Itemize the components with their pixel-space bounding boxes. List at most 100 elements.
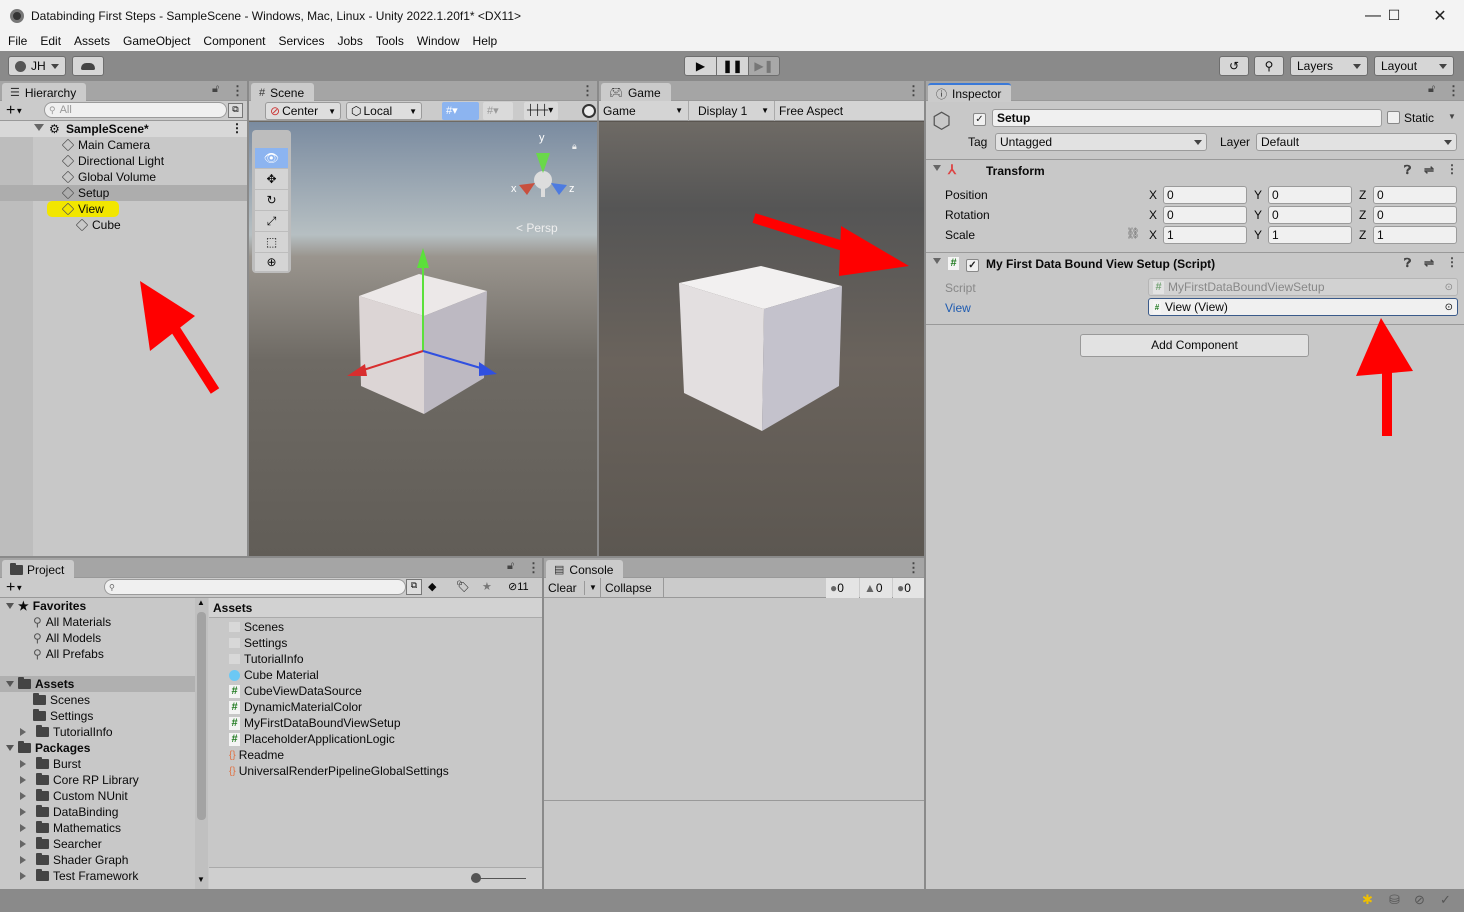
hierarchy-search-input[interactable]: ⚲ All [44,102,227,118]
help-icon[interactable]: ❓︎ [1404,163,1411,178]
aspect-dropdown[interactable]: Free Aspect [775,101,924,121]
scale-z-field[interactable]: 1 [1373,226,1457,244]
asset-item[interactable]: Settings [229,635,287,651]
expand-arrow-icon[interactable] [20,728,30,736]
scene-menu-icon[interactable]: ⋮ [231,121,243,135]
asset-item[interactable]: # MyFirstDataBoundViewSetup [229,715,401,731]
lock-icon[interactable]: 🔓︎ [212,83,219,96]
package-folder[interactable]: Test Framework [20,868,138,884]
error-filter-toggle[interactable]: ●0 [893,578,924,598]
package-folder[interactable]: Searcher [20,836,102,852]
asset-item[interactable]: TutorialInfo [229,651,304,667]
position-z-field[interactable]: 0 [1373,186,1457,204]
asset-item[interactable]: {} UniversalRenderPipelineGlobalSettings [229,763,449,779]
cache-server-icon[interactable]: ⛁ [1389,892,1400,908]
expand-arrow-icon[interactable] [20,824,30,832]
tab-inspector[interactable]: ⓘ Inspector [928,83,1012,102]
hierarchy-item[interactable]: Main Camera [61,137,150,153]
favorites-filter-icon[interactable]: ★ [482,580,492,593]
create-button[interactable]: +▼ [6,102,23,120]
collapse-toggle[interactable]: Collapse [600,578,664,598]
bug-icon[interactable]: ✱ [1362,892,1373,908]
view-tool-icon[interactable]: 👁︎ [255,148,288,168]
clear-options-dropdown[interactable]: ▼ [584,581,597,595]
pivot-dropdown[interactable]: ⊘ Center ▼ [265,102,341,120]
menu-jobs[interactable]: Jobs [337,34,362,48]
account-button[interactable]: JH [8,56,66,76]
hidden-packages-toggle[interactable]: ⊘11 [508,580,529,593]
package-folder[interactable]: Mathematics [20,820,121,836]
space-dropdown[interactable]: ⬡ Local ▼ [346,102,422,120]
static-checkbox[interactable] [1387,111,1400,127]
project-search-input[interactable]: ⚲ [104,579,406,595]
asset-folder[interactable]: Settings [33,708,93,724]
scrollbar-thumb[interactable] [197,612,206,820]
search-popout-icon[interactable]: ⧉ [406,579,422,595]
active-checkbox[interactable]: ✓ [973,111,986,126]
asset-item[interactable]: Cube Material [229,667,319,683]
expand-arrow-icon[interactable] [20,760,30,768]
tree-scrollbar[interactable]: ▲ ▼ [195,598,208,889]
maximize-icon[interactable]: ☐ [1371,0,1417,31]
rotate-tool-icon[interactable]: ↻ [255,190,288,210]
rotation-x-field[interactable]: 0 [1163,206,1247,224]
asset-item[interactable]: # PlaceholderApplicationLogic [229,731,395,747]
position-y-field[interactable]: 0 [1268,186,1352,204]
scroll-up-icon[interactable]: ▲ [197,598,205,607]
layer-dropdown[interactable]: Default [1256,133,1457,151]
scale-tool-icon[interactable]: ⤢ [255,211,288,231]
menu-help[interactable]: Help [473,34,498,48]
script-component-header[interactable]: # ✓ My First Data Bound View Setup (Scri… [926,252,1464,274]
more-options-icon[interactable]: ⋮ [907,83,920,99]
hierarchy-item[interactable]: Cube [75,217,121,233]
expand-arrow-icon[interactable] [20,808,30,816]
tag-dropdown[interactable]: Untagged [995,133,1207,151]
layout-dropdown[interactable]: Layout [1374,56,1454,76]
favorites-group[interactable]: ★ Favorites [6,598,86,614]
display-dropdown[interactable]: Display 1 ▼ [689,101,775,121]
close-icon[interactable]: ✕ [1417,0,1463,31]
static-dropdown-icon[interactable]: ▼ [1448,112,1456,121]
asset-folder[interactable]: TutorialInfo [20,724,113,740]
expand-arrow-icon[interactable] [20,872,30,880]
tab-hierarchy[interactable]: ☰ Hierarchy [2,83,87,102]
create-button[interactable]: +▼ [6,579,23,597]
package-folder[interactable]: Core RP Library [20,772,139,788]
step-button[interactable]: ▶❚ [748,56,780,76]
console-splitter[interactable] [544,800,924,801]
constrain-proportions-icon[interactable]: ⛓︎ [1126,227,1140,240]
menu-component[interactable]: Component [203,34,265,48]
expand-arrow-icon[interactable] [20,776,30,784]
component-menu-icon[interactable]: ⋮ [1446,162,1458,176]
move-tool-icon[interactable]: ✥ [255,169,288,189]
render-mode-icon[interactable] [582,104,596,118]
rotation-z-field[interactable]: 0 [1373,206,1457,224]
component-enabled-checkbox[interactable]: ✓ [966,257,979,272]
snap-settings-dropdown[interactable]: ┼┼┼▾ [524,102,558,120]
gizmo-lock-icon[interactable]: 🔒︎ [572,141,577,152]
package-folder[interactable]: Custom NUnit [20,788,128,804]
expand-arrow-icon[interactable] [20,792,30,800]
expand-arrow-icon[interactable] [20,840,30,848]
filter-by-type-icon[interactable]: ◆ [428,580,436,593]
package-folder[interactable]: Shader Graph [20,852,128,868]
menu-services[interactable]: Services [278,34,324,48]
expand-arrow-icon[interactable] [20,856,30,864]
asset-item[interactable]: {} Readme [229,747,284,763]
scale-x-field[interactable]: 1 [1163,226,1247,244]
more-options-icon[interactable]: ⋮ [527,560,540,576]
package-folder[interactable]: Burst [20,756,81,772]
play-button[interactable]: ▶ [684,56,717,76]
rotation-y-field[interactable]: 0 [1268,206,1352,224]
view-reference-field[interactable]: # View (View) ⊙ [1148,298,1458,316]
menu-file[interactable]: File [8,34,27,48]
scroll-down-icon[interactable]: ▼ [197,875,205,884]
projection-toggle[interactable]: < Persp [516,221,558,235]
more-options-icon[interactable]: ⋮ [231,83,244,99]
hierarchy-item[interactable]: Global Volume [61,169,156,185]
asset-item[interactable]: # DynamicMaterialColor [229,699,362,715]
add-component-button[interactable]: Add Component [1080,334,1309,357]
menu-assets[interactable]: Assets [74,34,110,48]
pause-button[interactable]: ❚❚ [716,56,749,76]
preset-icon[interactable]: ⇌ [1424,163,1434,177]
